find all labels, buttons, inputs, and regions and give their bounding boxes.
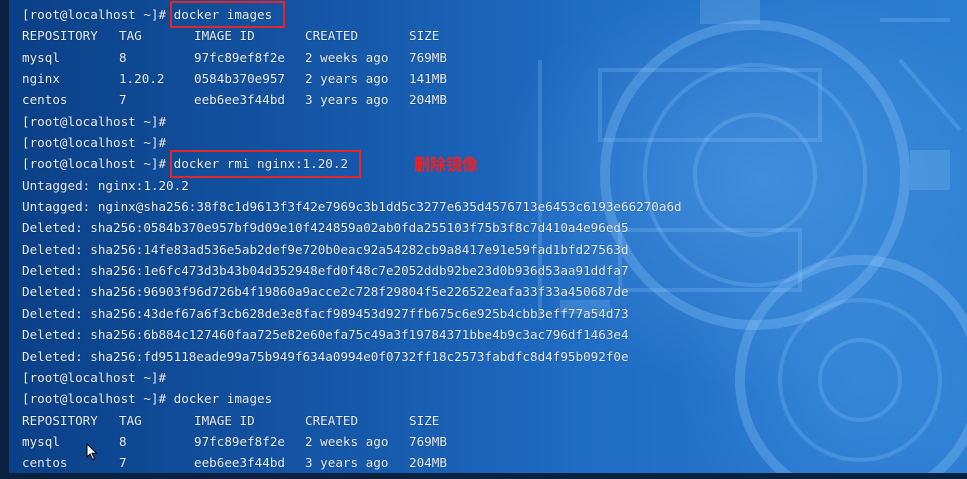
cell-image-id: 0584b370e957: [194, 71, 285, 87]
cell-image-id: 97fc89ef8f2e: [194, 433, 285, 449]
col-size: SIZE: [409, 28, 440, 44]
prompt-line: [root@localhost ~]#: [22, 367, 967, 388]
cell-tag: 8: [119, 49, 127, 65]
shell-prompt: [root@localhost ~]#: [22, 135, 167, 151]
annotation-label: 删除镜像: [414, 155, 479, 174]
col-image-id: IMAGE ID: [194, 412, 255, 428]
cell-size: 204MB: [409, 92, 447, 108]
table-row: centos 7 eeb6ee3f44bd 3 years ago 204MB: [22, 89, 967, 110]
highlighted-command: docker images: [169, 0, 285, 29]
cell-created: 3 years ago: [305, 92, 389, 108]
output-line: Deleted: sha256:6b884c127460faa725e82e60…: [22, 327, 629, 343]
shell-prompt: [root@localhost ~]#: [22, 7, 167, 22]
shell-prompt: [root@localhost ~]#: [22, 156, 167, 172]
col-image-id: IMAGE ID: [194, 28, 255, 44]
output-line: Deleted: sha256:43def67a6f3cb628de3e8fac…: [22, 305, 629, 321]
highlighted-command: docker rmi nginx:1.20.2: [169, 150, 362, 179]
col-size: SIZE: [409, 412, 440, 428]
table-header: REPOSITORY TAG IMAGE ID CREATED SIZE: [22, 25, 967, 46]
table-row: mysql 8 97fc89ef8f2e 2 weeks ago 769MB: [22, 431, 967, 452]
output-line: Untagged: nginx@sha256:38f8c1d9613f3f42e…: [22, 199, 682, 215]
output-line: Deleted: sha256:14fe83ad536e5ab2def9e720…: [22, 241, 629, 257]
col-repository: REPOSITORY: [22, 412, 98, 428]
table-row: centos 7 eeb6ee3f44bd 3 years ago 204MB: [22, 452, 967, 473]
prompt-line: [root@localhost ~]# docker images: [22, 0, 967, 29]
col-tag: TAG: [119, 28, 142, 44]
cell-tag: 7: [119, 455, 127, 471]
cell-repository: mysql: [22, 433, 60, 449]
cell-size: 769MB: [409, 433, 447, 449]
window-left-edge: [0, 0, 9, 479]
cell-image-id: eeb6ee3f44bd: [194, 92, 285, 108]
cell-created: 2 years ago: [305, 71, 389, 87]
cell-created: 2 weeks ago: [305, 433, 389, 449]
command-text: docker rmi nginx:1.20.2: [173, 156, 349, 172]
command-text: docker images: [173, 391, 273, 407]
output-line: Deleted: sha256:fd95118eade99a75b949f634…: [22, 348, 629, 364]
cell-tag: 8: [119, 433, 127, 449]
col-tag: TAG: [119, 412, 142, 428]
command-text: docker images: [173, 7, 273, 22]
cell-created: 2 weeks ago: [305, 49, 389, 65]
cell-size: 204MB: [409, 455, 447, 471]
cell-tag: 7: [119, 92, 127, 108]
terminal-output[interactable]: [root@localhost ~]# docker images REPOSI…: [22, 0, 967, 479]
col-created: CREATED: [305, 412, 359, 428]
shell-prompt: [root@localhost ~]#: [22, 391, 167, 407]
output-line: Deleted: sha256:1e6fc473d3b43b04d352948e…: [22, 263, 629, 279]
table-header: REPOSITORY TAG IMAGE ID CREATED SIZE: [22, 410, 967, 431]
cell-repository: mysql: [22, 49, 60, 65]
cell-tag: 1.20.2: [119, 71, 165, 87]
cell-repository: centos: [22, 92, 68, 108]
shell-prompt: [root@localhost ~]#: [22, 113, 167, 129]
output-line: Untagged: nginx:1.20.2: [22, 177, 189, 193]
prompt-line: [root@localhost ~]#: [22, 132, 967, 153]
cell-repository: centos: [22, 455, 68, 471]
cell-size: 141MB: [409, 71, 447, 87]
output-line: Deleted: sha256:0584b370e957bf9d09e10f42…: [22, 220, 629, 236]
prompt-line: [root@localhost ~]# docker rmi nginx:1.2…: [22, 150, 967, 179]
col-repository: REPOSITORY: [22, 28, 98, 44]
cell-created: 3 years ago: [305, 455, 389, 471]
cell-image-id: 97fc89ef8f2e: [194, 49, 285, 65]
mouse-pointer-icon: [86, 443, 98, 461]
prompt-line: [root@localhost ~]#: [22, 111, 967, 132]
prompt-line: [root@localhost ~]# docker images: [22, 388, 967, 409]
table-row: nginx 1.20.2 0584b370e957 2 years ago 141MB: [22, 68, 967, 89]
shell-prompt: [root@localhost ~]#: [22, 369, 167, 385]
table-row: mysql 8 97fc89ef8f2e 2 weeks ago 769MB: [22, 47, 967, 68]
output-line: Deleted: sha256:96903f96d726b4f19860a9ac…: [22, 284, 629, 300]
cell-size: 769MB: [409, 49, 447, 65]
cell-image-id: eeb6ee3f44bd: [194, 455, 285, 471]
col-created: CREATED: [305, 28, 359, 44]
cell-repository: nginx: [22, 71, 60, 87]
